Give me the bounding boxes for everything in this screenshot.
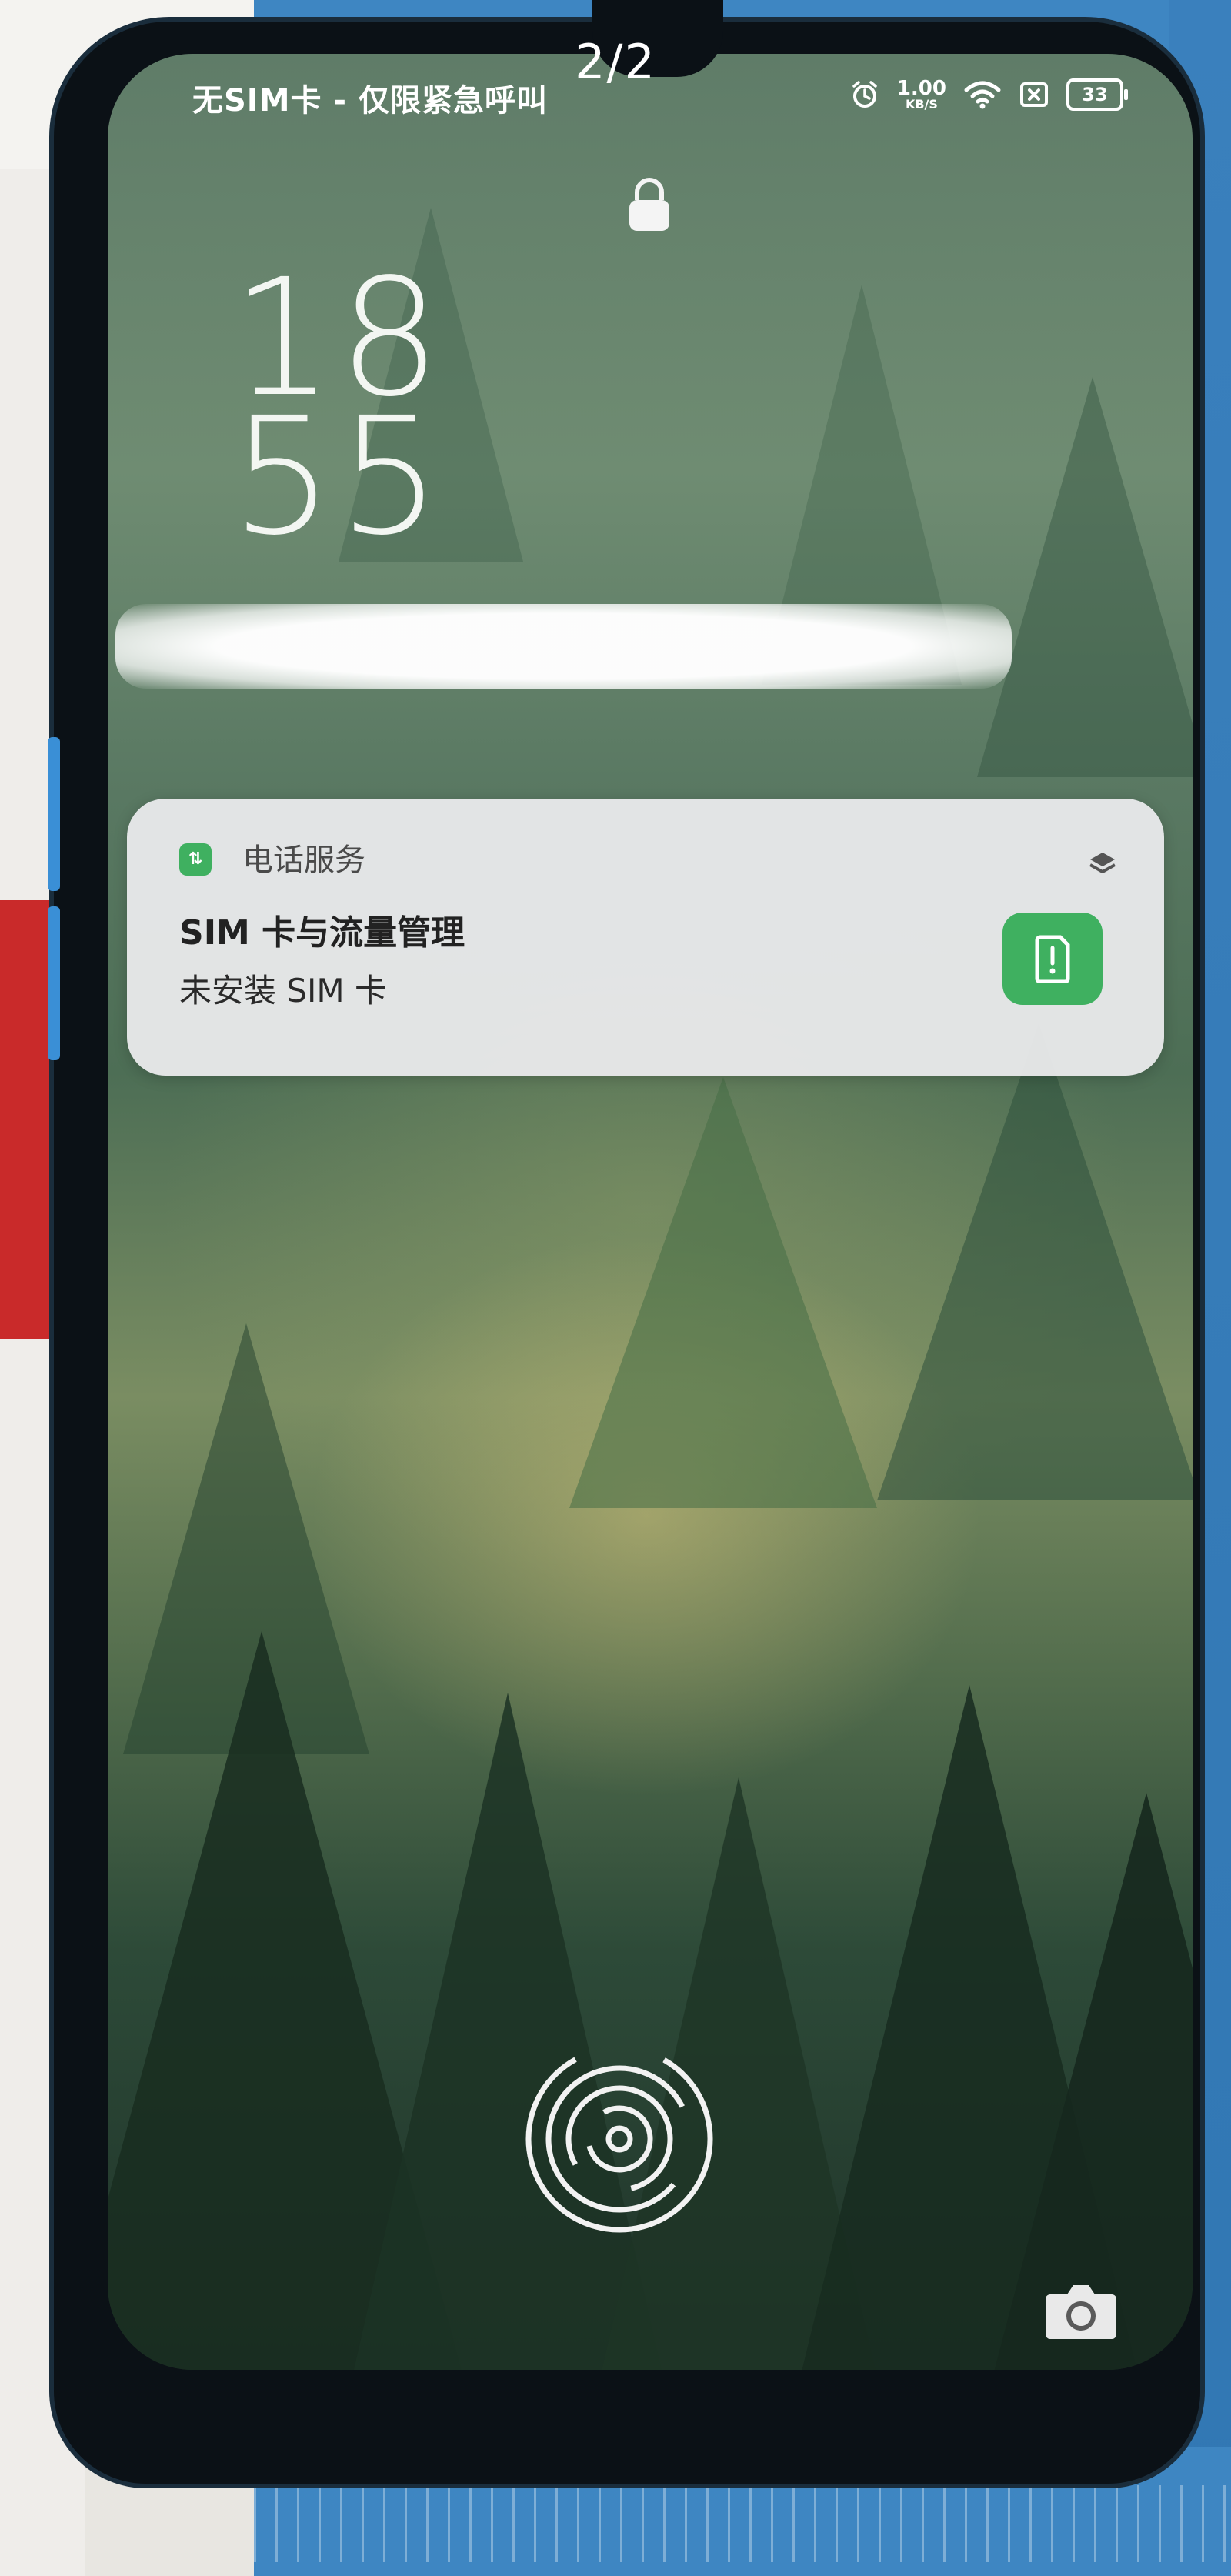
network-speed-unit: KB/S xyxy=(905,97,938,112)
lock-icon[interactable] xyxy=(625,175,674,232)
camera-icon[interactable] xyxy=(1043,2277,1119,2342)
background-ruler-marks xyxy=(254,2485,1231,2562)
notification-text: 未安装 SIM 卡 xyxy=(179,972,387,1009)
notification-card[interactable]: ⇅ 电话服务 SIM 卡与流量管理 未安装 SIM 卡 xyxy=(127,799,1164,1076)
lockscreen-clock: 18 55 xyxy=(231,258,446,571)
screen-glare xyxy=(115,604,1012,689)
stacked-notifications-icon[interactable] xyxy=(1087,849,1118,879)
phone-service-icon: ⇅ xyxy=(179,843,212,876)
volume-button xyxy=(48,737,60,891)
forest-tree xyxy=(877,1023,1193,1500)
fingerprint-icon[interactable] xyxy=(523,2043,716,2235)
background-red-sheet xyxy=(0,900,49,1339)
power-button xyxy=(48,906,60,1060)
forest-tree xyxy=(569,1077,877,1508)
sim-card-icon xyxy=(1035,935,1070,983)
clock-minute: 55 xyxy=(231,382,446,571)
page-indicator: 2/2 xyxy=(575,34,656,90)
notification-title: SIM 卡与流量管理 xyxy=(179,913,465,953)
forest-tree xyxy=(977,377,1193,777)
sim-management-button[interactable] xyxy=(1002,913,1103,1005)
notification-app-name: 电话服务 xyxy=(242,843,365,878)
